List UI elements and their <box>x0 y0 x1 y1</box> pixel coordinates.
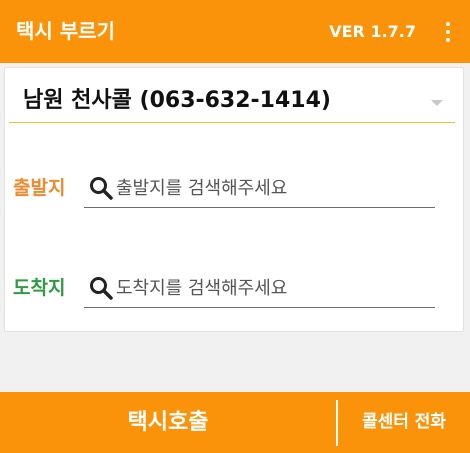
destination-search-input[interactable] <box>116 274 426 302</box>
app-title: 택시 부르기 <box>16 19 115 43</box>
origin-search-box[interactable] <box>84 168 435 208</box>
menu-dot <box>446 22 450 26</box>
destination-label: 도착지 <box>13 277 66 299</box>
app-bar: 택시 부르기 VER 1.7.7 <box>0 0 470 63</box>
destination-row: 도착지 <box>5 268 465 312</box>
dropdown-arrow-icon <box>431 100 443 106</box>
call-center-button[interactable]: 콜센터 전화 <box>338 392 470 453</box>
menu-dot <box>446 38 450 42</box>
origin-label: 출발지 <box>13 177 66 199</box>
selected-company: 남원 천사콜 (063-632-1414) <box>23 88 331 113</box>
origin-row: 출발지 <box>5 168 465 212</box>
taxi-company-select[interactable]: 남원 천사콜 (063-632-1414) <box>9 76 455 123</box>
booking-card: 남원 천사콜 (063-632-1414) 출발지 도착지 <box>4 67 464 332</box>
search-icon <box>90 177 113 200</box>
menu-dot <box>446 30 450 34</box>
call-taxi-button[interactable]: 택시호출 <box>0 392 336 453</box>
destination-search-box[interactable] <box>84 268 435 308</box>
origin-search-input[interactable] <box>116 174 426 202</box>
version-label: VER 1.7.7 <box>329 22 416 41</box>
search-icon <box>90 277 113 300</box>
bottom-action-bar: 택시호출 콜센터 전화 <box>0 392 470 453</box>
more-vertical-icon[interactable] <box>440 20 456 44</box>
